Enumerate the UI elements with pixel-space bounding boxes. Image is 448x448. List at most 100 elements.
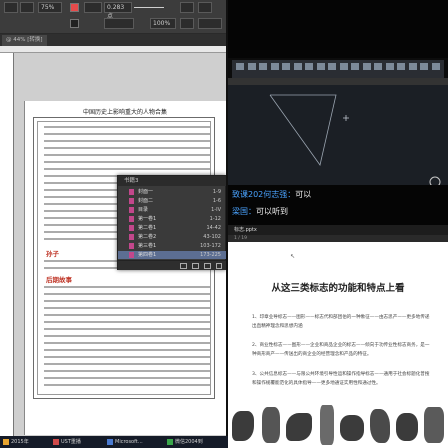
document-name: 第一卷1	[138, 216, 157, 222]
document-name: 第三卷1	[138, 243, 157, 249]
document-name: 第二卷1	[138, 225, 157, 231]
taskbar-item[interactable]: UST重播	[52, 437, 81, 447]
cad-tool-icon[interactable]	[351, 63, 359, 70]
app-icon	[3, 439, 9, 445]
sync-icon[interactable]	[180, 263, 187, 269]
control-toolbar: 75% 0.283 点 100%	[0, 0, 226, 34]
cad-tool-icon[interactable]	[339, 63, 348, 70]
document-icon	[129, 243, 134, 249]
cad-tool-icon[interactable]	[328, 63, 336, 70]
book-document-row[interactable]: 第二卷2 43-102	[118, 233, 226, 241]
book-document-row[interactable]: 第二卷1 14-42	[118, 224, 226, 232]
cad-tool-icon[interactable]	[259, 63, 267, 70]
taskbar: 2015年 UST重播 Microsoft… 微信2004到	[0, 436, 228, 448]
chat-overlay: 致课202何志强：可以 梁国：可以听到	[228, 185, 448, 225]
cad-tool-icon[interactable]	[293, 63, 302, 70]
taskbar-item[interactable]: Microsoft…	[106, 437, 143, 447]
print-icon[interactable]	[204, 263, 211, 269]
document-icon	[129, 252, 134, 258]
cad-tool-icon[interactable]	[431, 63, 440, 70]
document-name: 第二卷2	[138, 234, 157, 240]
opacity-field[interactable]: 100%	[150, 18, 176, 29]
taskbar-item[interactable]: 微信2004到	[166, 437, 203, 447]
book-document-row[interactable]: 第一卷1 1-12	[118, 215, 226, 223]
document-name: 目录	[138, 207, 149, 213]
cad-tool-icon[interactable]	[236, 63, 244, 70]
chat-username: 致课202何志强：	[232, 190, 296, 199]
page-range: 103-172	[200, 243, 221, 249]
book-panel-title[interactable]: 书籍3	[118, 176, 226, 186]
taskbar-item[interactable]: 2015年	[2, 437, 29, 447]
page-range: 173-225	[200, 252, 221, 258]
cad-tool-icon[interactable]	[397, 63, 405, 70]
cad-tool-icon[interactable]	[305, 63, 313, 70]
zoom-field[interactable]: 75%	[38, 2, 62, 13]
cad-title-area	[228, 0, 448, 58]
document-tab[interactable]: @ 44% [转换]	[2, 35, 47, 46]
slide-bullet-2: 2、商业性标志——图形——企业和商品企业的标志——倾向于功传业性标志商务，是一种…	[252, 343, 430, 357]
cad-tool-icon[interactable]	[420, 63, 428, 70]
stroke-style-select[interactable]	[104, 18, 134, 29]
book-document-row[interactable]: 目录 1-IV	[118, 206, 226, 214]
save-book-icon[interactable]	[192, 263, 199, 269]
document-icon	[129, 225, 134, 231]
fx-icon[interactable]	[180, 2, 194, 13]
slide-counter: 1 / 19	[234, 236, 247, 241]
wrap-icon[interactable]	[198, 2, 212, 13]
ppt-statusbar: 1 / 19	[228, 235, 448, 242]
frame-fit-icon[interactable]	[180, 18, 194, 29]
chat-text: 可以听到	[256, 207, 288, 216]
fill-swatch-icon[interactable]	[70, 3, 79, 12]
cad-tool-icon[interactable]	[316, 63, 325, 70]
grid-icon[interactable]	[20, 2, 34, 13]
document-icon	[129, 189, 134, 195]
indesign-window: 75% 0.283 点 100% @ 44% [转换] 中国历史上影响重大的人物…	[0, 0, 226, 436]
document-name: 封面一	[138, 189, 154, 195]
slide-bullet-3: 3、公共信息标志——与限公共环境引导性运和操作指导标志——通用于社会标题化普搜和…	[252, 372, 430, 386]
document-tabbar: @ 44% [转换]	[0, 34, 226, 46]
book-document-row[interactable]: 封面二 1-6	[118, 197, 226, 205]
ink-painting-strip	[228, 403, 448, 448]
page-header-title: 中国历史上影响重大的人物合集	[82, 109, 167, 116]
add-document-icon[interactable]	[216, 263, 222, 269]
cad-tool-icon[interactable]	[362, 63, 371, 70]
book-document-row[interactable]: 第三卷1 103-172	[118, 242, 226, 250]
horizontal-ruler	[0, 46, 226, 53]
cad-tool-icon[interactable]	[408, 63, 417, 70]
document-name: 封面二	[138, 198, 154, 204]
page-range: 43-102	[203, 234, 221, 240]
cad-drawing-canvas[interactable]	[228, 85, 448, 204]
cad-tool-icon[interactable]	[385, 63, 394, 70]
align-icon[interactable]	[4, 2, 18, 13]
chat-username: 梁国：	[232, 207, 256, 216]
ppt-file-title: 标志.pptx	[234, 227, 257, 233]
chat-message: 梁国：可以听到	[232, 206, 288, 217]
chat-text: 可以	[295, 190, 312, 199]
book-panel[interactable]: 书籍3 封面一 1-9 封面二 1-6 目录 1-IV 第一卷1 1-12 第二卷1 14-42 第…	[117, 175, 226, 270]
app-icon	[53, 439, 59, 445]
cad-tool-icon[interactable]	[282, 63, 290, 70]
cad-tool-icon[interactable]	[374, 63, 382, 70]
display-mode-icon[interactable]	[198, 18, 222, 29]
chat-message: 致课202何志强：可以	[232, 189, 311, 200]
document-icon	[129, 198, 134, 204]
cad-tool-icon[interactable]	[270, 63, 279, 70]
cad-file-tabs[interactable]	[228, 78, 448, 85]
document-name: 第四卷1	[138, 252, 157, 258]
book-document-row[interactable]: 第四卷1 173-225	[118, 251, 226, 259]
document-icon	[129, 207, 134, 213]
book-panel-footer	[118, 260, 226, 270]
triangle-shape	[269, 94, 337, 166]
stroke-line	[134, 7, 164, 8]
cad-ribbon-toolbar	[232, 60, 444, 78]
slide-bullet-1: 1、印章业导标志——图形——标志代和部团伯的一种象征——由志思产——更多地传递出…	[252, 315, 430, 329]
stroke-weight-field[interactable]: 0.283 点	[104, 2, 132, 20]
book-document-row[interactable]: 封面一 1-9	[118, 188, 226, 196]
stroke-up-icon[interactable]	[84, 2, 102, 13]
slide-title: 从这三类标志的功能和特点上看	[271, 283, 405, 294]
stroke-swatch-icon[interactable]	[70, 19, 79, 28]
page-range: 14-42	[206, 225, 221, 231]
cad-drawing	[269, 94, 349, 166]
cad-tool-icon[interactable]	[247, 63, 256, 70]
left-page-edge	[0, 53, 14, 436]
